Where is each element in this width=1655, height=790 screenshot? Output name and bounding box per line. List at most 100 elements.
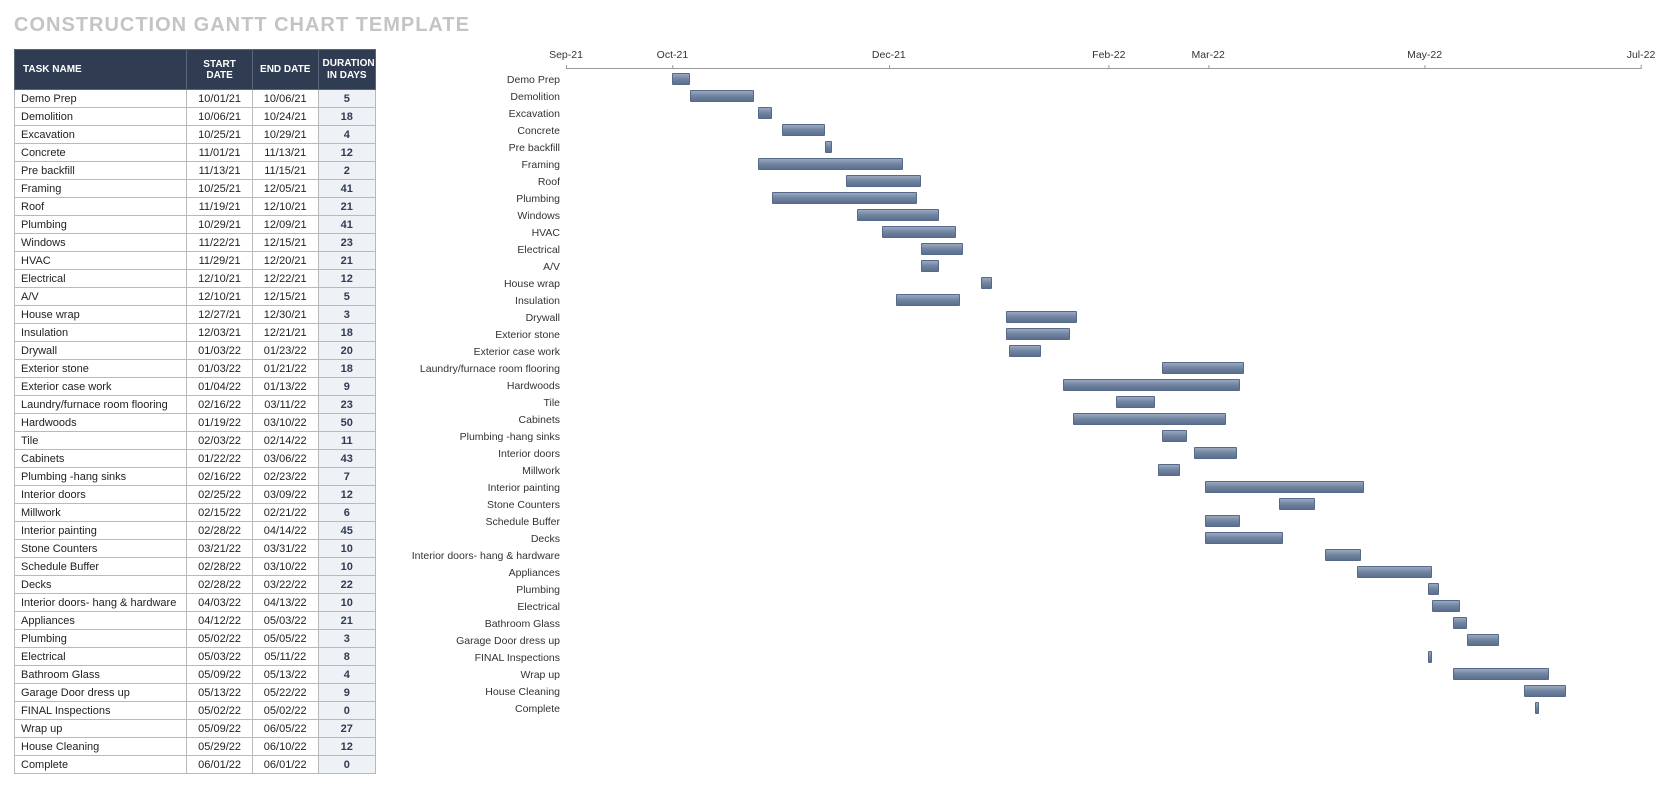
gantt-bar[interactable] bbox=[1428, 583, 1439, 595]
cell-task-name[interactable]: A/V bbox=[15, 288, 187, 306]
gantt-bar[interactable] bbox=[758, 107, 772, 119]
cell-task-name[interactable]: Stone Counters bbox=[15, 540, 187, 558]
cell-end[interactable]: 12/20/21 bbox=[252, 252, 318, 270]
cell-task-name[interactable]: Interior painting bbox=[15, 522, 187, 540]
cell-end[interactable]: 05/13/22 bbox=[252, 666, 318, 684]
cell-task-name[interactable]: Demolition bbox=[15, 108, 187, 126]
cell-end[interactable]: 02/23/22 bbox=[252, 468, 318, 486]
cell-end[interactable]: 05/22/22 bbox=[252, 684, 318, 702]
cell-end[interactable]: 05/11/22 bbox=[252, 648, 318, 666]
cell-start[interactable]: 10/06/21 bbox=[187, 108, 253, 126]
cell-task-name[interactable]: Plumbing -hang sinks bbox=[15, 468, 187, 486]
gantt-bar[interactable] bbox=[1205, 481, 1365, 493]
cell-start[interactable]: 11/01/21 bbox=[187, 144, 253, 162]
cell-start[interactable]: 12/03/21 bbox=[187, 324, 253, 342]
cell-start[interactable]: 06/01/22 bbox=[187, 756, 253, 774]
cell-task-name[interactable]: Hardwoods bbox=[15, 414, 187, 432]
cell-start[interactable]: 01/04/22 bbox=[187, 378, 253, 396]
cell-start[interactable]: 05/03/22 bbox=[187, 648, 253, 666]
cell-start[interactable]: 05/13/22 bbox=[187, 684, 253, 702]
gantt-bar[interactable] bbox=[1205, 532, 1283, 544]
cell-start[interactable]: 03/21/22 bbox=[187, 540, 253, 558]
cell-start[interactable]: 05/29/22 bbox=[187, 738, 253, 756]
cell-end[interactable]: 05/03/22 bbox=[252, 612, 318, 630]
cell-start[interactable]: 11/19/21 bbox=[187, 198, 253, 216]
cell-end[interactable]: 12/15/21 bbox=[252, 234, 318, 252]
gantt-bar[interactable] bbox=[1279, 498, 1314, 510]
cell-task-name[interactable]: Windows bbox=[15, 234, 187, 252]
cell-task-name[interactable]: Excavation bbox=[15, 126, 187, 144]
cell-task-name[interactable]: Plumbing bbox=[15, 216, 187, 234]
cell-end[interactable]: 06/05/22 bbox=[252, 720, 318, 738]
gantt-bar[interactable] bbox=[1524, 685, 1567, 697]
cell-start[interactable]: 01/03/22 bbox=[187, 342, 253, 360]
cell-start[interactable]: 05/09/22 bbox=[187, 720, 253, 738]
cell-start[interactable]: 11/29/21 bbox=[187, 252, 253, 270]
cell-end[interactable]: 12/22/21 bbox=[252, 270, 318, 288]
cell-end[interactable]: 03/11/22 bbox=[252, 396, 318, 414]
cell-end[interactable]: 01/23/22 bbox=[252, 342, 318, 360]
gantt-bar[interactable] bbox=[1006, 328, 1070, 340]
cell-task-name[interactable]: Electrical bbox=[15, 270, 187, 288]
cell-end[interactable]: 01/13/22 bbox=[252, 378, 318, 396]
cell-task-name[interactable]: Plumbing bbox=[15, 630, 187, 648]
gantt-bar[interactable] bbox=[1357, 566, 1432, 578]
gantt-bar[interactable] bbox=[1009, 345, 1041, 357]
cell-start[interactable]: 12/27/21 bbox=[187, 306, 253, 324]
cell-task-name[interactable]: Pre backfill bbox=[15, 162, 187, 180]
cell-start[interactable]: 05/09/22 bbox=[187, 666, 253, 684]
cell-end[interactable]: 05/05/22 bbox=[252, 630, 318, 648]
cell-task-name[interactable]: HVAC bbox=[15, 252, 187, 270]
gantt-bar[interactable] bbox=[825, 141, 832, 153]
cell-task-name[interactable]: Demo Prep bbox=[15, 90, 187, 108]
cell-start[interactable]: 01/19/22 bbox=[187, 414, 253, 432]
cell-end[interactable]: 11/15/21 bbox=[252, 162, 318, 180]
cell-task-name[interactable]: Exterior stone bbox=[15, 360, 187, 378]
cell-start[interactable]: 02/28/22 bbox=[187, 576, 253, 594]
gantt-bar[interactable] bbox=[896, 294, 960, 306]
cell-start[interactable]: 02/28/22 bbox=[187, 558, 253, 576]
cell-end[interactable]: 03/31/22 bbox=[252, 540, 318, 558]
gantt-bar[interactable] bbox=[1467, 634, 1499, 646]
gantt-bar[interactable] bbox=[857, 209, 939, 221]
cell-start[interactable]: 02/16/22 bbox=[187, 468, 253, 486]
gantt-bar[interactable] bbox=[1063, 379, 1240, 391]
cell-task-name[interactable]: Tile bbox=[15, 432, 187, 450]
cell-task-name[interactable]: Exterior case work bbox=[15, 378, 187, 396]
cell-end[interactable]: 03/22/22 bbox=[252, 576, 318, 594]
cell-end[interactable]: 06/10/22 bbox=[252, 738, 318, 756]
gantt-bar[interactable] bbox=[882, 226, 957, 238]
cell-end[interactable]: 12/30/21 bbox=[252, 306, 318, 324]
cell-start[interactable]: 12/10/21 bbox=[187, 288, 253, 306]
cell-task-name[interactable]: Wrap up bbox=[15, 720, 187, 738]
gantt-bar[interactable] bbox=[1194, 447, 1237, 459]
gantt-bar[interactable] bbox=[672, 73, 690, 85]
gantt-bar[interactable] bbox=[1162, 362, 1244, 374]
gantt-bar[interactable] bbox=[921, 243, 964, 255]
cell-start[interactable]: 10/25/21 bbox=[187, 126, 253, 144]
gantt-bar[interactable] bbox=[1428, 651, 1432, 663]
cell-task-name[interactable]: Framing bbox=[15, 180, 187, 198]
gantt-bar[interactable] bbox=[1158, 464, 1179, 476]
cell-start[interactable]: 12/10/21 bbox=[187, 270, 253, 288]
cell-task-name[interactable]: Decks bbox=[15, 576, 187, 594]
cell-end[interactable]: 02/21/22 bbox=[252, 504, 318, 522]
cell-end[interactable]: 03/09/22 bbox=[252, 486, 318, 504]
cell-start[interactable]: 02/15/22 bbox=[187, 504, 253, 522]
gantt-bar[interactable] bbox=[782, 124, 825, 136]
cell-end[interactable]: 05/02/22 bbox=[252, 702, 318, 720]
cell-end[interactable]: 12/21/21 bbox=[252, 324, 318, 342]
cell-task-name[interactable]: Interior doors bbox=[15, 486, 187, 504]
cell-start[interactable]: 10/01/21 bbox=[187, 90, 253, 108]
cell-start[interactable]: 02/25/22 bbox=[187, 486, 253, 504]
cell-task-name[interactable]: Roof bbox=[15, 198, 187, 216]
cell-task-name[interactable]: Insulation bbox=[15, 324, 187, 342]
cell-start[interactable]: 11/13/21 bbox=[187, 162, 253, 180]
cell-start[interactable]: 10/25/21 bbox=[187, 180, 253, 198]
cell-end[interactable]: 10/06/21 bbox=[252, 90, 318, 108]
cell-start[interactable]: 10/29/21 bbox=[187, 216, 253, 234]
gantt-bar[interactable] bbox=[690, 90, 754, 102]
gantt-bar[interactable] bbox=[921, 260, 939, 272]
cell-end[interactable]: 10/29/21 bbox=[252, 126, 318, 144]
cell-end[interactable]: 02/14/22 bbox=[252, 432, 318, 450]
